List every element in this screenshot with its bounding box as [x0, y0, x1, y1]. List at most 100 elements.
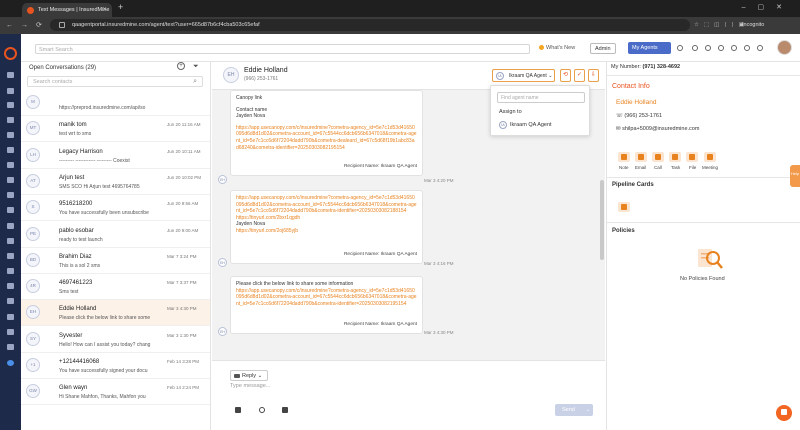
- message-bubble: Please click the below link to share som…: [230, 276, 423, 334]
- add-conversation-icon[interactable]: +: [177, 62, 185, 70]
- refresh-icon[interactable]: [677, 45, 683, 51]
- message-link[interactable]: https://tinyurl.com/2bxr1qgdh: [236, 215, 417, 222]
- analytics-icon[interactable]: [7, 329, 14, 335]
- conversation-item[interactable]: PE pablo esobar ready to test launch Jun 20…: [21, 222, 210, 248]
- pipeline-icon[interactable]: [7, 177, 14, 183]
- browser-tab[interactable]: Text Messages | InsuredMine ✕: [22, 3, 112, 17]
- window-controls[interactable]: –▢✕: [742, 3, 794, 11]
- grid-icon[interactable]: [692, 45, 698, 51]
- phone-icon[interactable]: [7, 283, 14, 289]
- help-circle-icon[interactable]: [7, 360, 14, 366]
- support-chat-button[interactable]: [776, 405, 792, 421]
- clock-icon[interactable]: [705, 45, 711, 51]
- conversation-item[interactable]: S 9516218200 You have successfully been un…: [21, 195, 210, 222]
- agent-search-input[interactable]: Find agent name: [497, 92, 585, 103]
- file-icon[interactable]: [686, 152, 698, 162]
- chat-scrollbar[interactable]: [600, 180, 604, 260]
- archive-button[interactable]: ⇩: [588, 69, 599, 82]
- call-icon[interactable]: [652, 152, 664, 162]
- filter-icon[interactable]: [7, 162, 14, 168]
- recipient-name: Recipient Name: Ikraam QA Agent: [343, 322, 417, 328]
- conversation-item[interactable]: BD Brahim Diaz This is a sol 2 sms Mar 7 3:…: [21, 248, 210, 274]
- help-tab[interactable]: Help: [790, 165, 800, 187]
- message-icon: [234, 374, 240, 378]
- attachment-icon[interactable]: [259, 407, 265, 413]
- reply-mode-select[interactable]: Reply ⌄: [230, 370, 268, 381]
- insuredmine-logo-icon[interactable]: [4, 47, 17, 60]
- whats-new-link[interactable]: What's New: [538, 45, 575, 51]
- message-link[interactable]: https://app.usecanopy.com/c/insuredmine?…: [236, 288, 417, 308]
- notification-icon[interactable]: [744, 45, 750, 51]
- conversation-item[interactable]: AT Arjun test SMS SCO Hi Arjun test 469576…: [21, 169, 210, 195]
- action-label-meeting: Meeting: [702, 165, 719, 170]
- close-tab-icon[interactable]: ✕: [102, 6, 107, 13]
- action-label-task: Task: [671, 165, 681, 170]
- email-icon[interactable]: [635, 152, 647, 162]
- conversation-item[interactable]: MT manik tom test wrt to sms Jun 20 11:16 A…: [21, 116, 210, 143]
- contacts-icon[interactable]: [7, 88, 14, 94]
- policies-icon[interactable]: [7, 147, 14, 153]
- send-button[interactable]: Send ⌄: [555, 404, 593, 416]
- settings-icon[interactable]: [7, 344, 14, 350]
- refresh-chat-button[interactable]: ⟲: [560, 69, 571, 82]
- contact-name-link[interactable]: Eddie Holland: [616, 99, 656, 106]
- message-link[interactable]: https://tinyurl.com/2oj685yjb: [236, 228, 417, 235]
- task-icon[interactable]: [669, 152, 681, 162]
- message-link[interactable]: https://app.usecanopy.com/c/insuredmine?…: [236, 195, 417, 215]
- tasks-icon[interactable]: [7, 117, 14, 123]
- my-agents-button[interactable]: My Agents: [628, 42, 671, 54]
- contact-avatar: MT: [26, 121, 40, 136]
- phone-header-icon[interactable]: [757, 45, 763, 51]
- add-icon[interactable]: [718, 45, 724, 51]
- no-policies-text: No Policies Found: [680, 276, 725, 282]
- calendar-icon[interactable]: [7, 268, 14, 274]
- dashboard-icon[interactable]: [7, 72, 14, 78]
- conversation-item[interactable]: +1 +12144416068 You have successfully sign…: [21, 353, 210, 379]
- open-conversations-title: Open Conversations (29): [29, 65, 97, 71]
- automation-icon[interactable]: [7, 298, 14, 304]
- conversation-item[interactable]: SY Syvester Hello! How can I assist you to…: [21, 327, 210, 353]
- user-avatar[interactable]: [777, 40, 792, 55]
- message-link[interactable]: https://app.usecanopy.com/c/insuredmine?…: [236, 125, 417, 151]
- browser-toolbar-icons[interactable]: ☆⬚◫⟨⟩▣: [694, 22, 749, 28]
- conversation-item[interactable]: EH Eddie Holland Please click the below li…: [21, 300, 210, 327]
- assign-agent-select[interactable]: IA Ikraam QA Agent ⌄: [492, 69, 555, 82]
- chevron-down-icon[interactable]: ⌄: [586, 407, 590, 413]
- agent-option[interactable]: IA Ikraam QA Agent: [499, 121, 552, 129]
- conversation-preview: --------- ------------ --------- Coexist: [59, 157, 130, 164]
- integrations-icon[interactable]: [7, 314, 14, 320]
- note-icon[interactable]: [618, 152, 630, 162]
- message-text: Please click the below link to share som…: [236, 281, 354, 287]
- conversation-item[interactable]: GW Glen wayn Hi Shane Mahfon, Thanks, Mahf…: [21, 379, 210, 406]
- conversation-item[interactable]: Mhttps://preprod.insuredmine.com/api/so: [21, 90, 210, 116]
- contact-avatar: M: [26, 95, 40, 109]
- url-field[interactable]: qaagentportal.insuredmine.com/agent/text…: [50, 19, 690, 31]
- conversation-item[interactable]: LH Legacy Harrison --------- ------------ …: [21, 143, 210, 169]
- conversation-date: Feb 14 2:24 PM: [167, 385, 200, 391]
- email-icon[interactable]: [7, 223, 14, 229]
- conversation-item[interactable]: 4R 4697461223 Sms test Mar 7 3:37 PM: [21, 274, 210, 301]
- conversation-date: Mar 3 4:30 PM: [167, 306, 197, 312]
- template-icon[interactable]: [235, 407, 241, 413]
- pipeline-card-icon[interactable]: [618, 202, 630, 212]
- clients-icon[interactable]: [7, 102, 14, 108]
- filter-icon[interactable]: ⏷: [193, 63, 199, 71]
- folder-icon[interactable]: [7, 207, 14, 213]
- messages-icon[interactable]: [7, 253, 14, 259]
- mark-done-button[interactable]: ✓: [574, 69, 585, 82]
- documents-icon[interactable]: [7, 192, 14, 198]
- nav-buttons[interactable]: ←→⟳: [6, 21, 50, 29]
- campaign-icon[interactable]: [7, 238, 14, 244]
- smart-search-input[interactable]: Smart Search: [35, 44, 530, 54]
- address-bar-row: ←→⟳ qaagentportal.insuredmine.com/agent/…: [0, 17, 800, 34]
- meeting-icon[interactable]: [704, 152, 716, 162]
- search-contacts-input[interactable]: Search contacts ⌕: [27, 76, 203, 87]
- emoji-icon[interactable]: [282, 407, 288, 413]
- assign-agent-dropdown: Find agent name Assign to IA Ikraam QA A…: [490, 85, 590, 136]
- reports-icon[interactable]: [7, 132, 14, 138]
- message-input[interactable]: Type message...: [230, 383, 270, 389]
- new-tab-button[interactable]: +: [118, 2, 123, 12]
- chat-icon[interactable]: [731, 45, 737, 51]
- role-select[interactable]: Admin: [590, 43, 616, 54]
- chat-contact-name[interactable]: Eddie Holland: [244, 67, 288, 74]
